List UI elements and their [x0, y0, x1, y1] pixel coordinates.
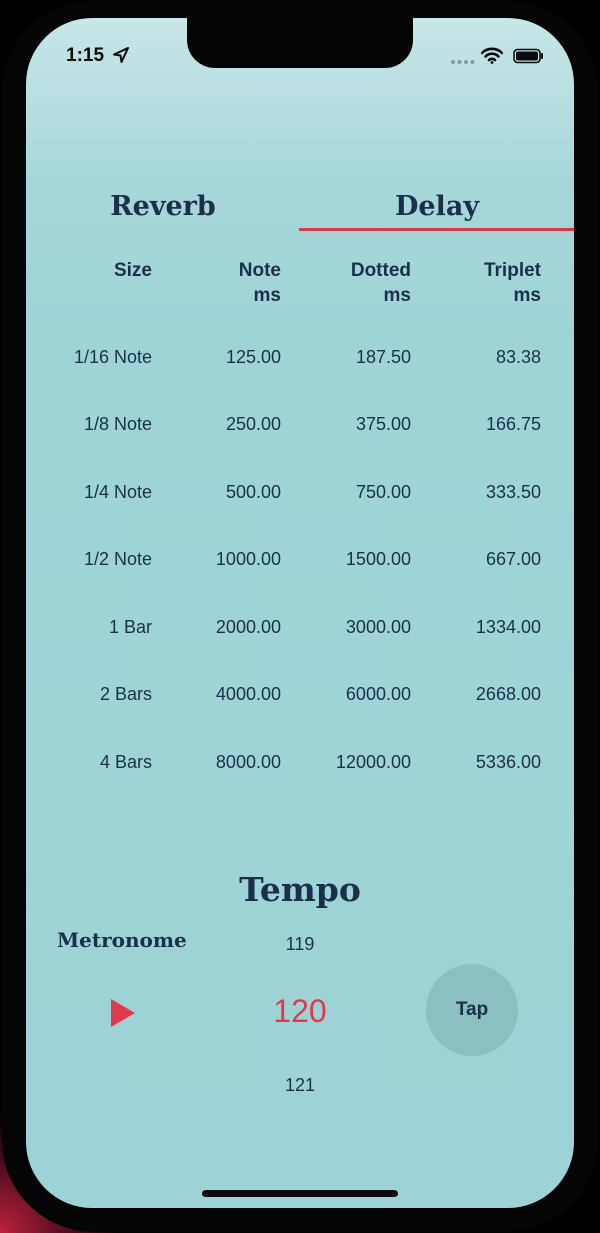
- table-cell-dotted: 6000.00: [345, 684, 411, 704]
- column-header-dotted: Dotted ms: [291, 258, 411, 308]
- column-header-line: ms: [383, 285, 411, 306]
- table-cell-size: 1/2 Note: [83, 549, 152, 569]
- table-cell-triplet: 83.38: [495, 347, 541, 367]
- column-header-line: Note: [238, 260, 281, 281]
- table-cell-note: 4000.00: [215, 684, 281, 704]
- tab-reverb[interactable]: Reverb: [26, 184, 300, 230]
- signal-dots-icon: [451, 60, 475, 64]
- table-cell-dotted: 12000.00: [335, 752, 411, 772]
- notch: [187, 18, 413, 68]
- table-cell-triplet: 166.75: [485, 414, 541, 434]
- table-cell-size: 1 Bar: [108, 617, 152, 637]
- table-cell-size: 2 Bars: [99, 684, 152, 704]
- table-cell-note: 2000.00: [215, 617, 281, 637]
- tempo-next-value[interactable]: 121: [26, 1075, 574, 1096]
- column-header-triplet: Triplet ms: [421, 258, 541, 308]
- phone-frame: 1:15 Reverb Delay Size Note ms Dotted ms…: [2, 0, 598, 1232]
- table-cell-note: 250.00: [225, 414, 281, 434]
- table-cell-dotted: 3000.00: [345, 617, 411, 637]
- home-indicator[interactable]: [202, 1190, 398, 1197]
- table-cell-triplet: 1334.00: [475, 617, 541, 637]
- status-time: 1:15: [66, 45, 105, 66]
- table-cell-triplet: 5336.00: [475, 752, 541, 772]
- battery-icon: [513, 48, 543, 64]
- column-header-line: ms: [253, 285, 281, 306]
- table-cell-dotted: 187.50: [355, 347, 411, 367]
- table-cell-triplet: 2668.00: [475, 684, 541, 704]
- column-header-line: Triplet: [483, 260, 541, 281]
- table-cell-size: 1/16 Note: [73, 347, 152, 367]
- table-cell-triplet: 667.00: [485, 549, 541, 569]
- tempo-previous-value[interactable]: 119: [26, 934, 574, 955]
- column-header-line: ms: [513, 285, 541, 306]
- column-header-line: Dotted: [350, 260, 411, 281]
- table-cell-note: 500.00: [225, 482, 281, 502]
- table-cell-dotted: 375.00: [355, 414, 411, 434]
- table-cell-size: 1/8 Note: [83, 414, 152, 434]
- wifi-icon: [481, 47, 503, 64]
- table-cell-dotted: 750.00: [355, 482, 411, 502]
- location-arrow-icon: [113, 47, 129, 63]
- selected-tab-indicator: [299, 228, 574, 231]
- tab-delay[interactable]: Delay: [300, 184, 574, 230]
- table-cell-triplet: 333.50: [485, 482, 541, 502]
- column-header-line: Size: [113, 260, 152, 281]
- column-header-size: Size: [32, 258, 152, 283]
- table-cell-dotted: 1500.00: [345, 549, 411, 569]
- table-cell-note: 1000.00: [215, 549, 281, 569]
- play-icon[interactable]: [110, 998, 136, 1028]
- column-header-note: Note ms: [161, 258, 281, 308]
- table-cell-size: 1/4 Note: [83, 482, 152, 502]
- tap-button[interactable]: Tap: [426, 964, 518, 1056]
- tempo-title: Tempo: [239, 870, 361, 909]
- table-cell-note: 125.00: [225, 347, 281, 367]
- table-cell-size: 4 Bars: [99, 752, 152, 772]
- table-cell-note: 8000.00: [215, 752, 281, 772]
- app-screen: 1:15 Reverb Delay Size Note ms Dotted ms…: [26, 18, 574, 1208]
